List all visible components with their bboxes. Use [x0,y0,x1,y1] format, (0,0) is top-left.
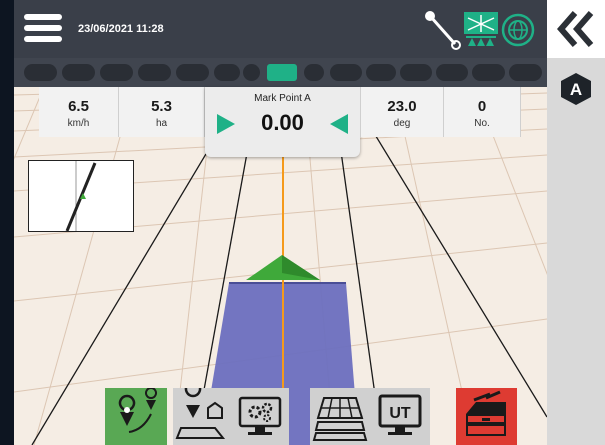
double-chevron-left-icon [557,11,594,47]
section-2[interactable] [62,64,95,81]
right-panel: A [547,0,605,445]
screen: 23/06/2021 11:28 6.5 km/h 5.3 ha Mark Po… [14,0,605,445]
section-7[interactable] [243,64,260,81]
implement-hitch-icon[interactable] [422,8,464,52]
menu-icon [24,14,62,20]
menu-button[interactable] [24,12,62,44]
heading-value: 23.0 [387,98,417,115]
field-map-button[interactable] [173,388,231,445]
speed-value: 6.5 [68,98,89,115]
section-13[interactable] [436,64,468,81]
top-bar: 23/06/2021 11:28 [14,0,547,58]
section-4[interactable] [138,64,171,81]
datetime-text: 23/06/2021 11:28 [78,23,164,35]
count-card[interactable]: 0 No. [444,87,521,137]
area-card[interactable]: 5.3 ha [119,87,205,137]
mark-point-card[interactable]: Mark Point A 0.00 [205,87,360,157]
section-1[interactable] [24,64,57,81]
monitor-gears-icon [238,396,282,435]
section-bar [14,58,547,87]
collapse-panel-button[interactable] [547,0,605,58]
heading-unit: deg [393,118,411,129]
count-value: 0 [477,98,487,115]
minimap[interactable] [28,160,134,232]
minimap-track [65,161,97,232]
area-value: 5.3 [151,98,172,115]
speed-card[interactable]: 6.5 km/h [39,87,119,137]
section-14[interactable] [472,64,505,81]
section-10[interactable] [330,64,362,81]
field-location-icon [175,388,226,439]
field-layers-icon [312,397,368,441]
ut-monitor-icon: UT [378,394,422,435]
toolbox-icon [466,390,506,436]
section-8[interactable] [267,64,297,81]
section-12[interactable] [400,64,432,81]
steer-left-arrow-icon [330,114,348,134]
auto-mode-badge-icon[interactable]: A [560,72,592,106]
area-unit: ha [155,118,168,129]
section-15[interactable] [509,64,542,81]
route-points-icon [118,388,157,433]
ut-label: UT [389,405,411,422]
toolbox-button[interactable] [456,388,517,445]
field-layers-button[interactable] [310,388,370,445]
auto-mode-letter: A [570,80,582,99]
section-6[interactable] [214,64,240,81]
settings-button[interactable] [231,388,289,445]
section-3[interactable] [100,64,133,81]
section-9[interactable] [304,64,324,81]
guidance-button[interactable] [105,388,167,445]
universal-terminal-button[interactable]: UT [370,388,430,445]
section-11[interactable] [366,64,396,81]
mark-point-title: Mark Point A [254,93,311,104]
heading-card[interactable]: 23.0 deg [360,87,444,137]
section-5[interactable] [176,64,209,81]
count-unit: No. [474,118,490,129]
steer-right-arrow-icon [217,114,235,134]
section-control-icon[interactable] [462,10,500,50]
gnss-globe-icon[interactable] [500,12,536,48]
speed-unit: km/h [67,118,90,129]
